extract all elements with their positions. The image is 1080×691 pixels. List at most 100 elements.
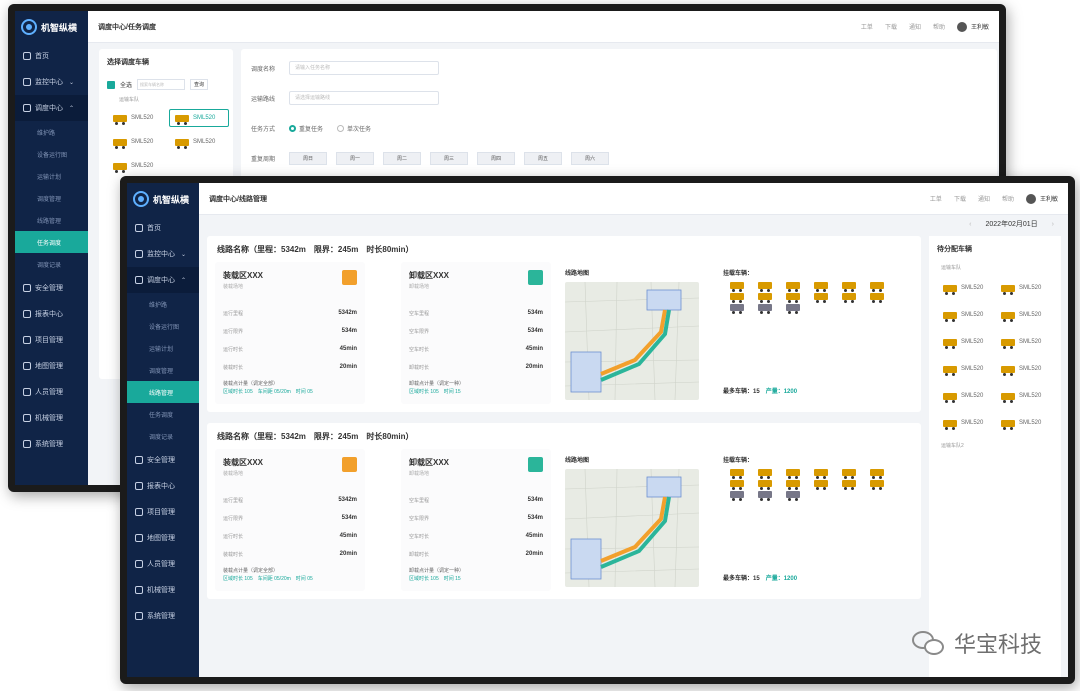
truck-item[interactable] — [751, 282, 779, 292]
day-button[interactable]: 周四 — [477, 151, 516, 165]
truck-item[interactable] — [779, 480, 807, 490]
menu-machine[interactable]: 机械管理 — [15, 405, 88, 431]
route-select[interactable]: 请选择运输路线 — [289, 91, 440, 105]
download-button[interactable]: 下载 — [885, 22, 897, 31]
truck-item[interactable] — [751, 491, 779, 501]
submenu-item-task-dispatch[interactable]: 任务调度 — [15, 231, 88, 253]
menu-project[interactable]: 项目管理 — [15, 327, 88, 353]
submenu-item[interactable]: 调度管理 — [127, 359, 199, 381]
truck-item[interactable] — [807, 282, 835, 292]
submenu-item[interactable]: 任务调度 — [127, 403, 199, 425]
truck-item[interactable] — [751, 480, 779, 490]
help-button[interactable]: 帮助 — [933, 22, 945, 31]
load-area-card[interactable]: 装载区XXX 装载场地 运行里程 5342m 运行限界 534m 运行时长 45min… — [215, 262, 365, 404]
submenu-item[interactable]: 设备运行图 — [127, 315, 199, 337]
vehicle-item[interactable]: SML520 — [107, 133, 167, 151]
truck-item[interactable] — [751, 293, 779, 303]
route-map[interactable] — [565, 282, 699, 400]
submenu-item-route-management[interactable]: 线路管理 — [127, 381, 199, 403]
truck-item[interactable] — [835, 480, 863, 490]
menu-dispatch[interactable]: 调度中心 ⌃ — [127, 267, 199, 293]
menu-map[interactable]: 地图管理 — [127, 525, 199, 551]
load-area-card[interactable]: 装载区XXX 装载场地 运行里程 5342m 运行限界 534m 运行时长 45min… — [215, 449, 365, 591]
truck-item[interactable] — [723, 469, 751, 479]
submenu-item[interactable]: 维护路 — [15, 121, 88, 143]
single-radio[interactable]: 单次任务 — [337, 124, 371, 133]
menu-people[interactable]: 人员管理 — [127, 551, 199, 577]
menu-people[interactable]: 人员管理 — [15, 379, 88, 405]
menu-system[interactable]: 系统管理 — [127, 603, 199, 629]
help-button[interactable]: 帮助 — [1002, 194, 1014, 203]
vehicle-item-selected[interactable]: SML520 — [169, 109, 229, 127]
truck-item[interactable] — [779, 304, 807, 314]
repeat-radio[interactable]: 重复任务 — [289, 124, 323, 133]
vehicle-item[interactable]: SML520 — [937, 414, 995, 432]
unload-area-card[interactable]: 卸载区XXX 卸载场地 空车里程 534m 空车限界 534m 空车时长 45min … — [401, 262, 551, 404]
day-button[interactable]: 周日 — [289, 151, 328, 165]
user-menu[interactable]: 王利敏 — [1025, 193, 1058, 204]
user-menu[interactable]: 王利敏 — [956, 21, 989, 32]
workorder-button[interactable]: 工单 — [930, 194, 942, 203]
truck-item[interactable] — [723, 304, 751, 314]
submenu-item[interactable]: 调度管理 — [15, 187, 88, 209]
truck-item[interactable] — [863, 469, 891, 479]
route-map[interactable] — [565, 469, 699, 587]
vehicle-item[interactable]: SML520 — [995, 387, 1053, 405]
truck-item[interactable] — [779, 282, 807, 292]
truck-item[interactable] — [807, 469, 835, 479]
vehicle-item[interactable]: SML520 — [937, 387, 995, 405]
download-button[interactable]: 下载 — [954, 194, 966, 203]
truck-item[interactable] — [779, 293, 807, 303]
truck-item[interactable] — [751, 304, 779, 314]
chevron-left-icon[interactable]: ‹ — [969, 221, 971, 228]
submenu-item[interactable]: 调度记录 — [15, 253, 88, 275]
notification-button[interactable]: 通知 — [909, 22, 921, 31]
submenu-item[interactable]: 调度记录 — [127, 425, 199, 447]
truck-item[interactable] — [863, 282, 891, 292]
truck-item[interactable] — [835, 282, 863, 292]
select-all-checkbox[interactable] — [107, 80, 115, 89]
menu-report[interactable]: 报表中心 — [127, 473, 199, 499]
vehicle-item[interactable]: SML520 — [995, 333, 1053, 351]
day-button[interactable]: 周一 — [336, 151, 375, 165]
vehicle-item[interactable]: SML520 — [995, 306, 1053, 324]
menu-safety[interactable]: 安全管理 — [127, 447, 199, 473]
truck-item[interactable] — [723, 491, 751, 501]
truck-item[interactable] — [723, 480, 751, 490]
truck-item[interactable] — [835, 293, 863, 303]
day-button[interactable]: 周六 — [571, 151, 610, 165]
menu-project[interactable]: 项目管理 — [127, 499, 199, 525]
vehicle-item[interactable]: SML520 — [995, 414, 1053, 432]
chevron-right-icon[interactable]: › — [1052, 221, 1054, 228]
truck-item[interactable] — [779, 491, 807, 501]
truck-item[interactable] — [779, 469, 807, 479]
vehicle-item[interactable]: SML520 — [995, 360, 1053, 378]
day-button[interactable]: 周三 — [430, 151, 469, 165]
truck-item[interactable] — [723, 282, 751, 292]
name-input[interactable]: 请输入任务名称 — [289, 61, 440, 75]
submenu-item[interactable]: 设备运行图 — [15, 143, 88, 165]
vehicle-item[interactable]: SML520 — [107, 157, 167, 175]
day-button[interactable]: 周五 — [524, 151, 563, 165]
menu-dispatch[interactable]: 调度中心 ⌃ — [15, 95, 88, 121]
menu-machine[interactable]: 机械管理 — [127, 577, 199, 603]
truck-item[interactable] — [835, 469, 863, 479]
truck-item[interactable] — [863, 293, 891, 303]
workorder-button[interactable]: 工单 — [861, 22, 873, 31]
vehicle-item[interactable]: SML520 — [937, 333, 995, 351]
truck-item[interactable] — [751, 469, 779, 479]
vehicle-item[interactable]: SML520 — [995, 279, 1053, 297]
truck-item[interactable] — [863, 480, 891, 490]
vehicle-item[interactable]: SML520 — [937, 279, 995, 297]
submenu-item[interactable]: 运输计划 — [127, 337, 199, 359]
truck-item[interactable] — [723, 293, 751, 303]
menu-map[interactable]: 地图管理 — [15, 353, 88, 379]
vehicle-item[interactable]: SML520 — [937, 306, 995, 324]
search-input[interactable]: 搜索车辆名称 — [137, 79, 186, 90]
menu-monitor[interactable]: 监控中心 ⌄ — [15, 69, 88, 95]
vehicle-item[interactable]: SML520 — [107, 109, 167, 127]
notification-button[interactable]: 通知 — [978, 194, 990, 203]
submenu-item[interactable]: 运输计划 — [15, 165, 88, 187]
menu-safety[interactable]: 安全管理 — [15, 275, 88, 301]
menu-system[interactable]: 系统管理 — [15, 431, 88, 457]
